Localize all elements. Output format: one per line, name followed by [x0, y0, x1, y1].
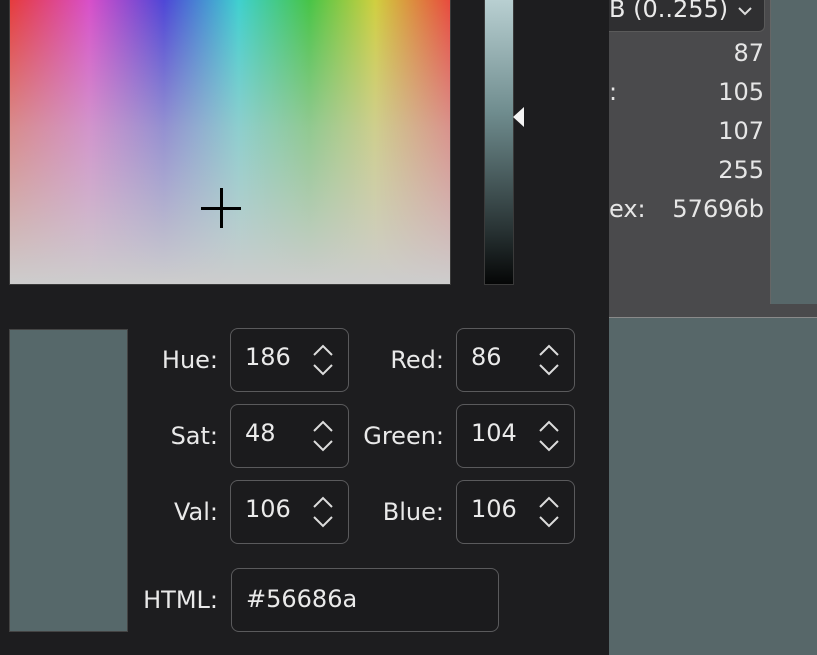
color-picker-dialog: Hue: Sat: Val: HTML: Red: Green: Blue: 1… [0, 0, 609, 655]
blue-value[interactable]: 106 [471, 495, 517, 523]
bg-red-value: 87 [733, 39, 764, 67]
value-slider[interactable] [484, 0, 514, 285]
bg-label-hex: ex: [609, 195, 646, 223]
hue-value[interactable]: 186 [245, 343, 291, 371]
red-value[interactable]: 86 [471, 343, 502, 371]
chevron-down-icon[interactable] [538, 439, 560, 453]
red-label: Red: [390, 346, 444, 374]
red-spinbox[interactable]: 86 [456, 328, 575, 392]
chevron-down-icon[interactable] [737, 2, 753, 21]
html-hex-value[interactable]: #56686a [246, 585, 357, 613]
crosshair-icon[interactable] [201, 188, 241, 228]
green-label: Green: [363, 422, 444, 450]
chevron-down-icon[interactable] [538, 515, 560, 529]
green-value[interactable]: 104 [471, 419, 517, 447]
color-preview-strip [770, 0, 817, 304]
val-spinbox[interactable]: 106 [230, 480, 349, 544]
html-hex-input[interactable]: #56686a [231, 568, 499, 632]
chevron-down-icon[interactable] [312, 515, 334, 529]
hue-spinbox[interactable]: 186 [230, 328, 349, 392]
sat-value[interactable]: 48 [245, 419, 276, 447]
selected-color-swatch [9, 329, 128, 632]
sat-label: Sat: [170, 422, 218, 450]
chevron-down-icon[interactable] [538, 363, 560, 377]
hue-label: Hue: [161, 346, 218, 374]
bg-label-green: : [609, 78, 618, 106]
chevron-up-icon[interactable] [312, 495, 334, 509]
sat-spinbox[interactable]: 48 [230, 404, 349, 468]
bg-hex-value: 57696b [672, 195, 764, 223]
chevron-up-icon[interactable] [538, 419, 560, 433]
bg-alpha-value: 255 [718, 156, 764, 184]
bg-green-value: 105 [718, 78, 764, 106]
chevron-up-icon[interactable] [312, 343, 334, 357]
green-spinbox[interactable]: 104 [456, 404, 575, 468]
chevron-down-icon[interactable] [312, 363, 334, 377]
chevron-up-icon[interactable] [312, 419, 334, 433]
val-label: Val: [173, 498, 218, 526]
color-mode-dropdown[interactable]: B (0..255) [609, 0, 765, 32]
val-value[interactable]: 106 [245, 495, 291, 523]
html-label: HTML: [143, 586, 218, 614]
slider-arrow-icon[interactable] [513, 107, 524, 127]
blue-spinbox[interactable]: 106 [456, 480, 575, 544]
blue-label: Blue: [382, 498, 444, 526]
saturation-value-field[interactable] [9, 0, 451, 285]
color-preview-area [609, 318, 817, 655]
chevron-up-icon[interactable] [538, 343, 560, 357]
bg-blue-value: 107 [718, 117, 764, 145]
color-mode-label: B (0..255) [609, 0, 729, 23]
chevron-up-icon[interactable] [538, 495, 560, 509]
chevron-down-icon[interactable] [312, 439, 334, 453]
